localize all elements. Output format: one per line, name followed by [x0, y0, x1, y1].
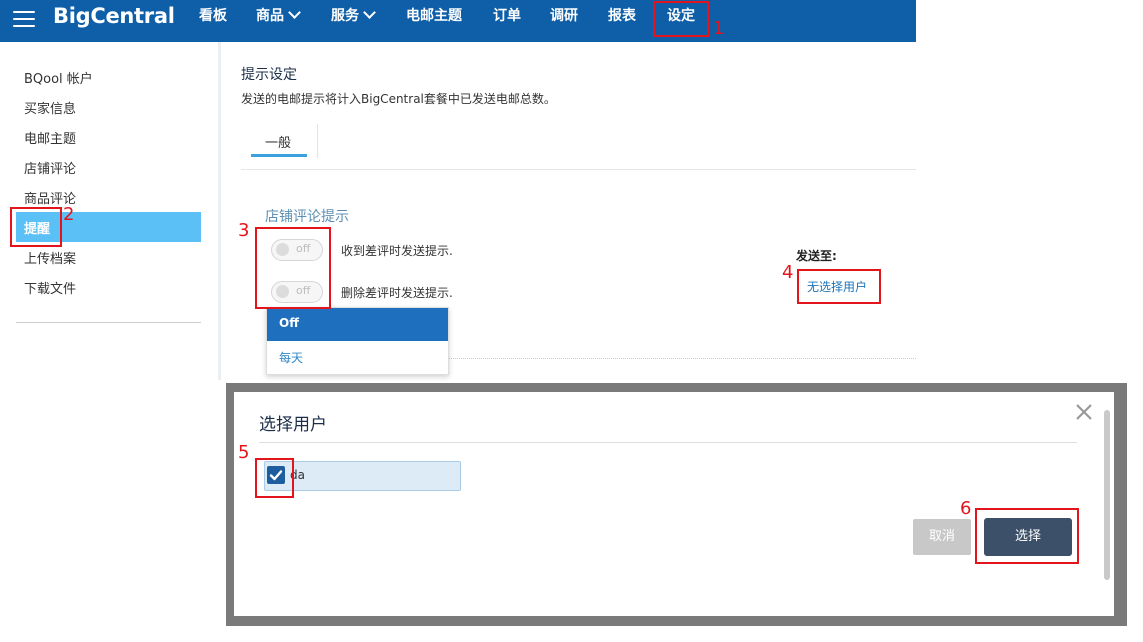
tab-active-indicator — [251, 154, 307, 157]
chevron-down-icon — [288, 6, 301, 19]
annotation-box-toggles — [255, 227, 331, 309]
tabs-divider — [241, 169, 916, 170]
dropdown-option-off[interactable]: Off — [267, 308, 448, 341]
toggle-label: 删除差评时发送提示. — [341, 286, 453, 300]
annotation-number: 3 — [238, 220, 250, 241]
sidebar-item-email-themes[interactable]: 电邮主题 — [24, 128, 76, 147]
dropdown-option-daily[interactable]: 每天 — [267, 341, 448, 374]
sidebar-item-bqool-account[interactable]: BQool 帐户 — [24, 68, 93, 87]
app-logo[interactable]: BigCentral — [53, 4, 175, 28]
nav-item-dashboard[interactable]: 看板 — [199, 7, 227, 25]
annotation-box-select-button — [975, 508, 1079, 564]
sidebar-item-download-files[interactable]: 下载文件 — [24, 278, 76, 297]
tab-separator — [317, 124, 318, 158]
page-description: 发送的电邮提示将计入BigCentral套餐中已发送电邮总数。 — [241, 92, 556, 106]
annotation-number: 6 — [960, 498, 972, 519]
sidebar-divider — [16, 322, 201, 323]
sidebar-item-buyer-info[interactable]: 买家信息 — [24, 98, 76, 117]
select-user-modal: 选择用户 da 取消 选择 — [234, 392, 1114, 616]
nav-item-services[interactable]: 服务 — [331, 6, 376, 25]
annotation-box-checkbox — [255, 458, 294, 498]
annotation-number: 1 — [713, 18, 725, 39]
page-title: 提示设定 — [241, 67, 297, 83]
nav-item-email-themes[interactable]: 电邮主题 — [406, 7, 462, 25]
annotation-box-reminders — [10, 207, 62, 247]
toggle-label: 收到差评时发送提示. — [341, 244, 453, 258]
modal-header-divider — [259, 442, 1077, 443]
nav-item-label: 服务 — [331, 8, 359, 24]
nav-item-products[interactable]: 商品 — [256, 6, 301, 25]
annotation-number: 2 — [63, 204, 75, 225]
chevron-down-icon — [363, 6, 376, 19]
frequency-dropdown: Off 每天 — [266, 307, 449, 375]
option-label: 每天 — [279, 351, 304, 365]
section-divider — [447, 358, 916, 359]
option-label: Off — [279, 316, 299, 330]
nav-item-surveys[interactable]: 调研 — [550, 7, 578, 25]
sidebar-item-upload-files[interactable]: 上传档案 — [24, 248, 76, 267]
annotation-number: 5 — [238, 442, 250, 463]
send-to-label: 发送至: — [796, 249, 837, 263]
sidebar-item-store-reviews[interactable]: 店铺评论 — [24, 158, 76, 177]
nav-item-label: 商品 — [256, 8, 284, 24]
nav-item-orders[interactable]: 订单 — [493, 7, 521, 25]
cancel-button[interactable]: 取消 — [913, 519, 971, 555]
annotation-box-settings — [653, 1, 709, 37]
close-icon[interactable] — [1074, 402, 1094, 422]
nav-item-reports[interactable]: 报表 — [608, 7, 636, 25]
modal-scrollbar[interactable] — [1104, 410, 1110, 580]
tab-general[interactable]: 一般 — [265, 132, 291, 151]
hamburger-menu-icon[interactable] — [13, 6, 35, 36]
annotation-number: 4 — [782, 262, 794, 283]
annotation-box-select-user — [797, 269, 881, 304]
section-title: 店铺评论提示 — [265, 209, 349, 225]
modal-title: 选择用户 — [259, 415, 327, 435]
